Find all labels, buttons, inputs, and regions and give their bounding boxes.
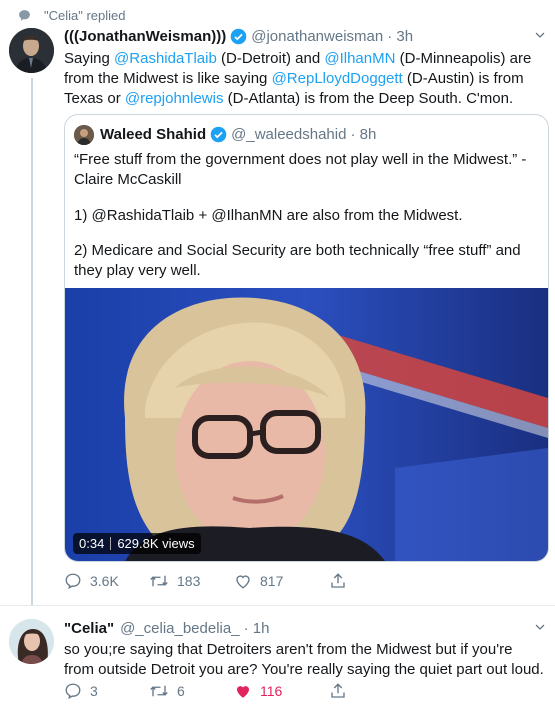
reply-count: 3 <box>90 683 98 699</box>
retweet-button[interactable]: 183 <box>149 572 234 590</box>
share-button[interactable] <box>329 572 347 590</box>
video-player[interactable]: 0:34 629.8K views <box>65 288 548 561</box>
reply-count: 3.6K <box>90 573 119 589</box>
share-button[interactable] <box>329 682 347 700</box>
retweet-count: 183 <box>177 573 201 589</box>
tweet-text: Saying @RashidaTlaib (D-Detroit) and @Il… <box>64 49 544 109</box>
video-duration: 0:34 <box>79 536 105 551</box>
tweet-actions: 3 6 116 <box>64 682 347 700</box>
handle[interactable]: @_celia_bedelia_ <box>120 620 239 637</box>
reply-icon <box>65 573 81 590</box>
quoted-tweet-point-2: 2) Medicare and Social Security are both… <box>74 242 521 279</box>
tweet-header: "Celia" @_celia_bedelia_ · 1h <box>64 620 269 637</box>
divider <box>110 537 112 550</box>
video-views: 629.8K views <box>117 536 195 551</box>
reply-button[interactable]: 3 <box>64 682 149 700</box>
tweet-actions: 3.6K 183 817 <box>64 572 347 590</box>
reply-context: "Celia" replied <box>19 8 126 23</box>
retweet-icon <box>150 575 168 587</box>
quoted-tweet-point-1: 1) @RashidaTlaib + @IlhanMN are also fro… <box>74 207 463 224</box>
tweet-text-segment: Saying <box>64 50 115 67</box>
chevron-down-icon[interactable] <box>534 28 546 44</box>
thread-line <box>31 78 33 606</box>
quoted-tweet-header: Waleed Shahid @_waleedshahid · 8h <box>100 126 376 143</box>
timestamp[interactable]: · 3h <box>387 28 413 45</box>
mention-link[interactable]: @RepLloydDoggett <box>272 70 403 87</box>
speech-bubble-icon <box>19 10 30 21</box>
handle[interactable]: @jonathanweisman <box>251 28 383 45</box>
mention-link[interactable]: @RashidaTlaib <box>114 50 217 67</box>
mention-link[interactable]: @IlhanMN <box>324 50 395 67</box>
mention-link[interactable]: @repjohnlewis <box>125 90 224 107</box>
handle[interactable]: @_waleedshahid <box>231 126 346 143</box>
quoted-tweet-quote: “Free stuff from the government does not… <box>74 151 527 188</box>
tweet-text: so you;re saying that Detroiters aren't … <box>64 641 544 678</box>
retweet-button[interactable]: 6 <box>149 682 234 700</box>
reply-context-text: "Celia" replied <box>44 8 126 23</box>
share-icon <box>331 573 345 588</box>
tweet-text-segment: (D-Detroit) and <box>216 50 325 67</box>
quoted-tweet[interactable]: Waleed Shahid @_waleedshahid · 8h “Free … <box>64 114 549 562</box>
like-count: 817 <box>260 573 284 589</box>
like-button[interactable]: 817 <box>234 572 329 590</box>
retweet-count: 6 <box>177 683 185 699</box>
display-name[interactable]: "Celia" <box>64 620 114 637</box>
timestamp[interactable]: · 1h <box>244 620 270 637</box>
heart-icon <box>236 575 250 589</box>
display-name[interactable]: (((JonathanWeisman))) <box>64 28 226 45</box>
verified-badge-icon <box>230 28 247 45</box>
video-thumbnail <box>65 288 548 561</box>
tweet-header: (((JonathanWeisman))) @jonathanweisman ·… <box>64 28 413 45</box>
avatar[interactable] <box>74 125 94 145</box>
chevron-down-icon[interactable] <box>534 620 546 636</box>
avatar[interactable] <box>9 619 54 664</box>
like-button[interactable]: 116 <box>234 682 329 700</box>
tweet-text-segment: (D-Atlanta) is from the Deep South. C'mo… <box>223 90 514 107</box>
reply-button[interactable]: 3.6K <box>64 572 149 590</box>
retweet-icon <box>150 685 168 697</box>
verified-badge-icon <box>210 126 227 143</box>
avatar[interactable] <box>9 28 54 73</box>
share-icon <box>331 683 345 698</box>
heart-filled-icon <box>237 686 249 698</box>
reply-icon <box>65 683 81 700</box>
video-stats-badge: 0:34 629.8K views <box>73 533 201 554</box>
divider <box>0 605 555 606</box>
like-count: 116 <box>260 683 283 699</box>
timestamp[interactable]: · 8h <box>350 126 376 143</box>
display-name[interactable]: Waleed Shahid <box>100 126 206 143</box>
